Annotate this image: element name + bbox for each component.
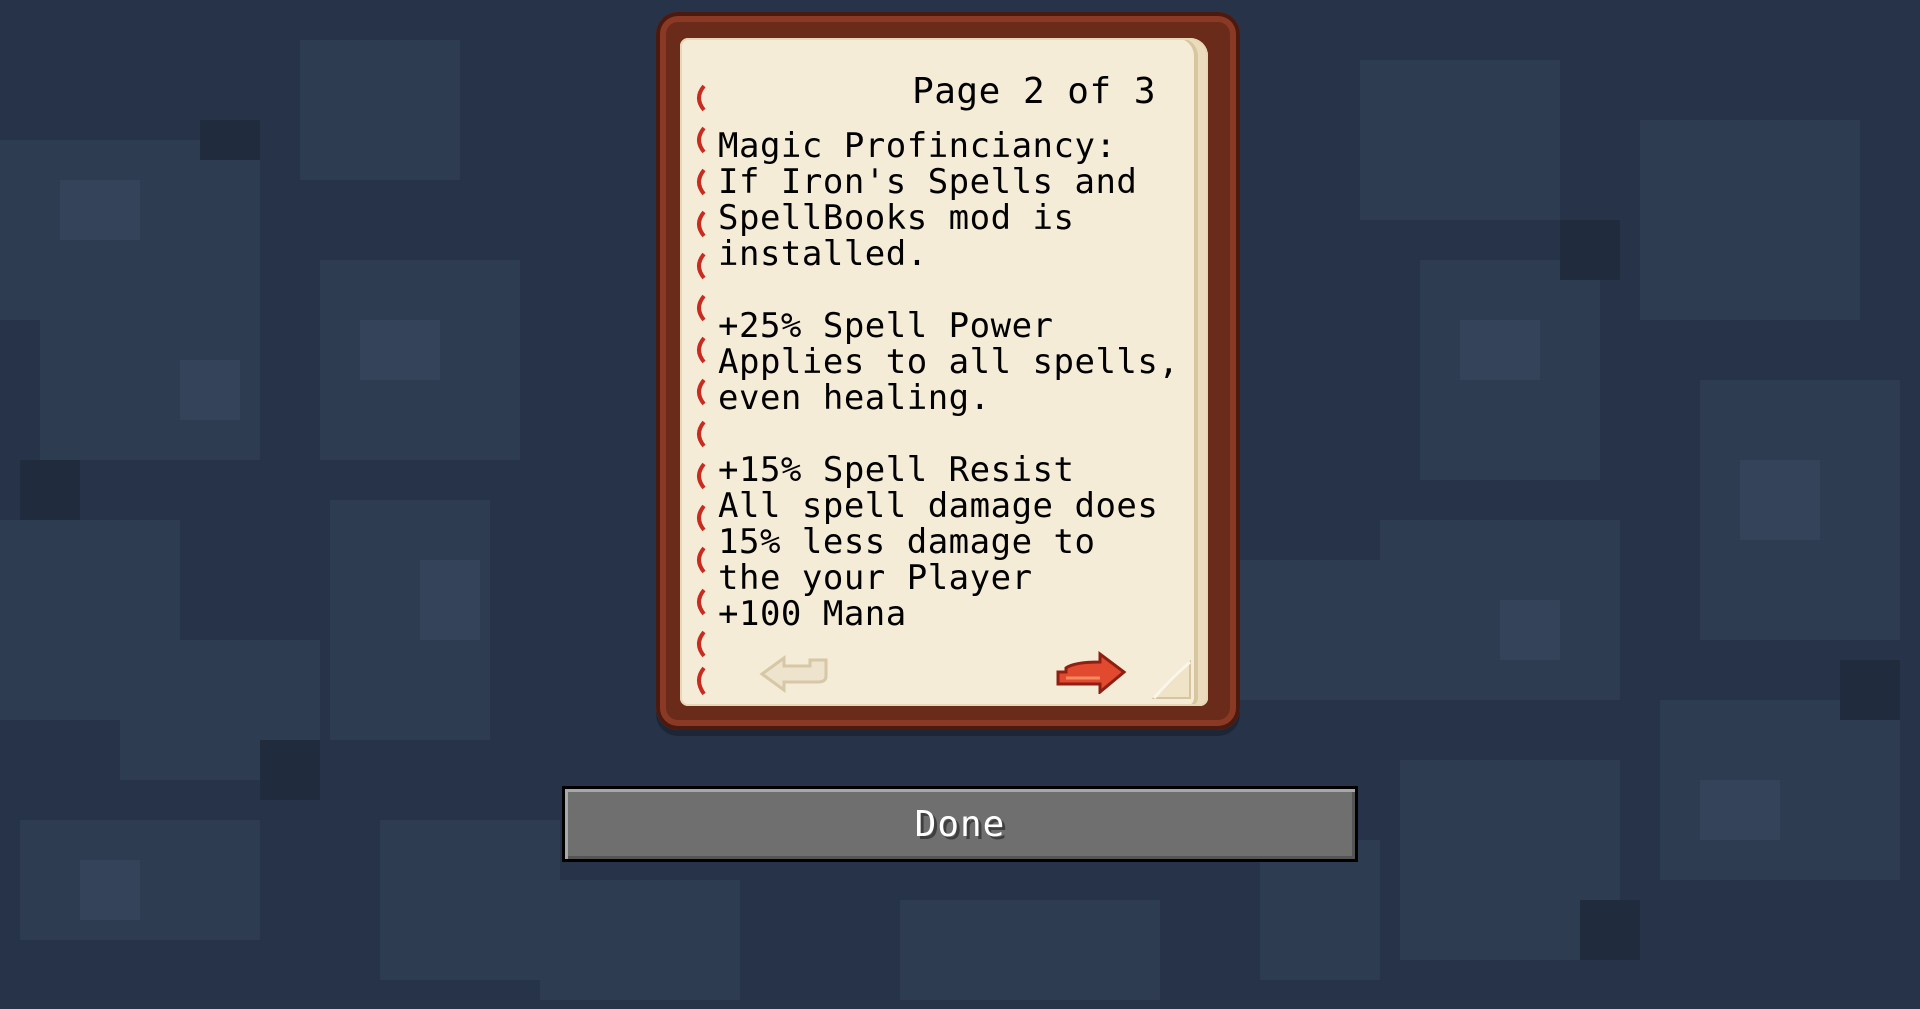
page-text: Magic Profinciancy: If Iron's Spells and…: [718, 126, 1180, 634]
book-page: Page 2 of 3 Magic Profinciancy: If Iron'…: [680, 38, 1208, 706]
text-line: installed.: [718, 234, 928, 274]
arrow-back-icon: [759, 655, 828, 693]
text-line: even healing.: [718, 378, 991, 418]
previous-page-button[interactable]: [756, 650, 832, 694]
text-line: If Iron's Spells and: [718, 162, 1138, 202]
book-binding: [690, 84, 708, 696]
text-line: the your Player: [718, 558, 1033, 598]
done-button[interactable]: Done: [562, 786, 1358, 862]
text-line: Magic Profinciancy:: [718, 126, 1117, 166]
text-line: SpellBooks mod is: [718, 198, 1075, 238]
book: Page 2 of 3 Magic Profinciancy: If Iron'…: [656, 12, 1240, 730]
text-line: +100 Mana: [718, 594, 907, 634]
next-page-button[interactable]: [1052, 650, 1128, 694]
page-indicator: Page 2 of 3: [912, 71, 1156, 112]
done-button-label: Done: [914, 803, 1006, 845]
text-line: +25% Spell Power: [718, 306, 1054, 346]
text-line: 15% less damage to: [718, 522, 1096, 562]
text-line: Applies to all spells,: [718, 342, 1180, 382]
page-curl-decoration: [1152, 660, 1192, 700]
text-line: +15% Spell Resist: [718, 450, 1075, 490]
text-line: All spell damage does: [718, 486, 1159, 526]
arrow-forward-icon: [1056, 651, 1127, 694]
